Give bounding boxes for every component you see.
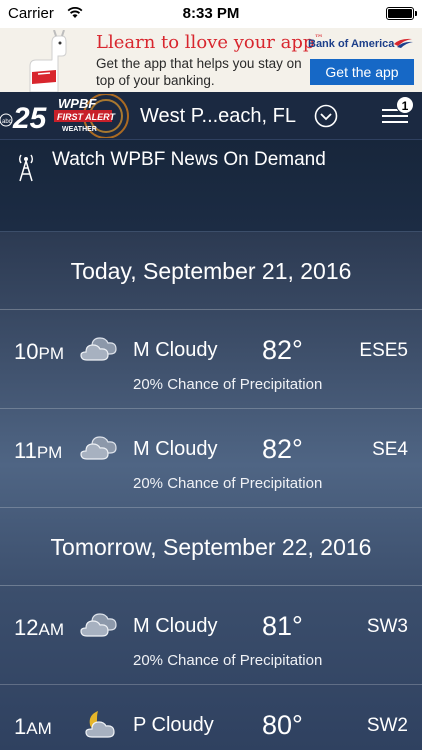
wind-label: SW2 xyxy=(366,715,408,736)
ad-banner[interactable]: Llearn to llove your app™ Get the app th… xyxy=(0,28,422,92)
hour-row[interactable]: 1AM P Cloudy 80° SW2 xyxy=(0,685,422,750)
broadcast-tower-icon xyxy=(19,154,33,182)
day-header-today: Today, September 21, 2016 xyxy=(0,232,422,310)
ad-body: Get the app that helps you stay on top o… xyxy=(96,56,302,88)
precipitation-label: 20% Chance of Precipitation xyxy=(133,376,323,393)
precipitation-label: 20% Chance of Precipitation xyxy=(133,475,323,492)
hour-label: 11PM xyxy=(14,438,63,463)
wpbf-logo[interactable]: abc 25 WPBF FIRST ALERT WEATHER xyxy=(0,94,132,138)
location-label[interactable]: West P...each, FL xyxy=(140,105,296,128)
cloudy-icon xyxy=(80,613,117,637)
moon-cloud-icon xyxy=(85,711,115,738)
condition-label: M Cloudy xyxy=(133,438,218,460)
svg-text:WEATHER: WEATHER xyxy=(62,126,97,133)
svg-text:FIRST ALERT: FIRST ALERT xyxy=(57,112,117,122)
news-on-demand-row[interactable]: Watch WPBF News On Demand xyxy=(0,140,422,232)
cloudy-icon xyxy=(80,337,117,361)
ad-headline: Llearn to llove your app™ xyxy=(96,32,324,53)
hourly-forecast[interactable]: Today, September 21, 2016 10PM M Cloudy … xyxy=(0,232,422,750)
svg-text:25: 25 xyxy=(12,102,48,135)
wind-label: SW3 xyxy=(366,616,408,637)
news-on-demand-label: Watch WPBF News On Demand xyxy=(52,149,326,170)
temperature: 80° xyxy=(262,710,303,740)
condition-label: M Cloudy xyxy=(133,615,218,637)
chevron-down-icon[interactable] xyxy=(314,104,338,128)
precipitation-label: 20% Chance of Precipitation xyxy=(133,652,323,669)
wind-label: SE4 xyxy=(372,439,408,460)
condition-label: P Cloudy xyxy=(133,714,214,736)
day-header-tomorrow: Tomorrow, September 22, 2016 xyxy=(0,508,422,586)
clock: 8:33 PM xyxy=(182,5,240,22)
wind-label: ESE5 xyxy=(359,340,408,361)
svg-text:abc: abc xyxy=(2,119,12,125)
hour-row[interactable]: 10PM M Cloudy 82° ESE5 20% Chance of Pre… xyxy=(0,310,422,409)
condition-label: M Cloudy xyxy=(133,339,218,361)
get-app-button[interactable]: Get the app xyxy=(310,59,414,85)
status-bar: Carrier 8:33 PM xyxy=(0,0,422,28)
bank-flag-icon xyxy=(394,38,413,48)
hour-row[interactable]: 12AM M Cloudy 81° SW3 20% Chance of Prec… xyxy=(0,586,422,685)
temperature: 82° xyxy=(262,335,303,365)
app-header: abc 25 WPBF FIRST ALERT WEATHER West P..… xyxy=(0,92,422,140)
temperature: 81° xyxy=(262,611,303,641)
notification-badge: 1 xyxy=(396,96,414,114)
hour-row[interactable]: 11PM M Cloudy 82° SE4 20% Chance of Prec… xyxy=(0,409,422,508)
svg-text:WPBF: WPBF xyxy=(58,96,97,111)
battery-icon xyxy=(386,7,417,20)
cloudy-icon xyxy=(80,436,117,460)
hour-label: 1AM xyxy=(14,714,52,739)
hour-label: 12AM xyxy=(14,615,64,640)
bank-logo: Bank of America xyxy=(308,38,395,50)
temperature: 82° xyxy=(262,434,303,464)
hour-label: 10PM xyxy=(14,339,64,364)
llama-illustration-icon xyxy=(29,30,67,92)
